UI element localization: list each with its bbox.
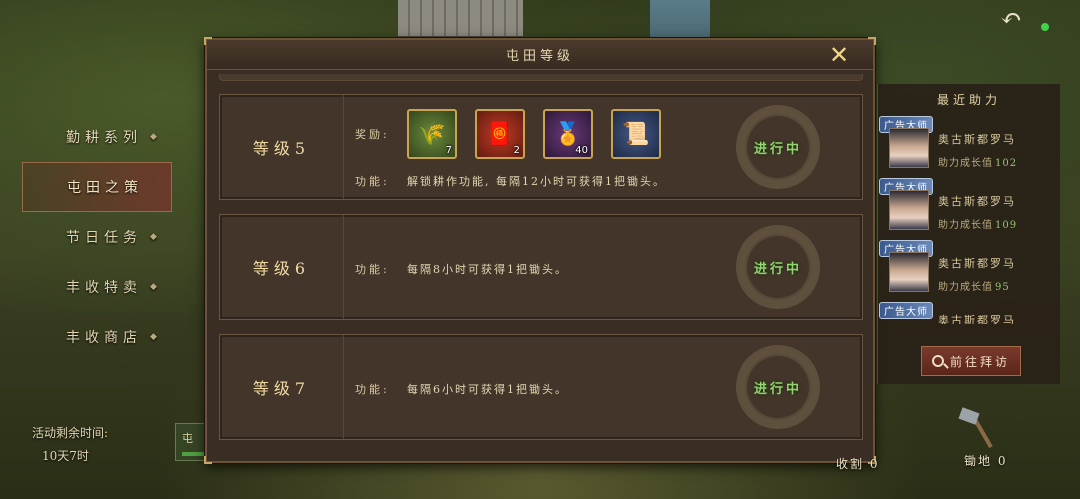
helper-name: 奥古斯都罗马	[938, 314, 1016, 324]
online-status-dot	[1041, 23, 1049, 31]
reward-item-scroll[interactable]: 📜	[611, 109, 661, 159]
level-title: 等级6	[220, 215, 344, 319]
helper-name: 奥古斯都罗马	[938, 195, 1016, 208]
close-icon[interactable]: ✕	[827, 43, 851, 68]
helper-item[interactable]: 广告大师 奥古斯都罗马 助力成长值 109	[878, 176, 1060, 238]
title-badge: 广告大师	[879, 302, 933, 319]
panel-header: 屯田等级	[207, 40, 873, 70]
countdown-value: 10天7时	[42, 449, 89, 463]
background-city-wall	[398, 0, 523, 38]
helper-stat: 助力成长值 102	[938, 158, 1018, 169]
reward-item-red-envelope[interactable]: 🧧 2	[475, 109, 525, 159]
bottom-tab-tuntian[interactable]: 屯	[175, 423, 207, 461]
panel-title: 屯田等级	[505, 49, 574, 64]
level-title: 等级7	[220, 335, 344, 439]
level-title: 等级5	[220, 95, 344, 199]
avatar	[889, 252, 929, 292]
avatar	[889, 128, 929, 168]
level-panel: 屯田等级 ✕ 等级5 奖励: 🌾 7 🧧 2 🏅 40 📜 功能: 解锁耕作功能…	[204, 37, 876, 464]
reward-list: 🌾 7 🧧 2 🏅 40 📜	[407, 109, 661, 159]
corner-ornament	[204, 456, 212, 464]
diamond-icon: ◆	[150, 332, 157, 342]
harvest-count: 0	[869, 457, 880, 471]
background-river	[650, 0, 710, 38]
wheat-icon: 🌾	[418, 121, 446, 147]
function-text: 每隔8小时可获得1把锄头。	[407, 263, 568, 276]
diamond-icon: ◆	[150, 232, 157, 242]
helper-stat: 助力成长值 95	[938, 282, 1010, 293]
function-label: 功能:	[355, 175, 390, 188]
progress-bar	[182, 452, 204, 456]
menu-item-shangdian[interactable]: 丰收商店 ◆	[22, 312, 172, 362]
helper-name: 奥古斯都罗马	[938, 257, 1016, 270]
hoe-count: 0	[997, 454, 1008, 468]
status-seal: 进行中	[736, 225, 820, 309]
menu-item-jieri[interactable]: 节日任务 ◆	[22, 212, 172, 262]
visit-button[interactable]: 前往拜访	[921, 346, 1021, 376]
menu-item-temai[interactable]: 丰收特卖 ◆	[22, 262, 172, 312]
helper-stat: 助力成长值 109	[938, 220, 1018, 231]
menu-item-qingeng[interactable]: 勤耕系列 ◆	[22, 112, 172, 162]
previous-level-card-edge	[219, 74, 863, 81]
gold-seal-icon: 🏅	[554, 121, 582, 147]
countdown-label: 活动剩余时间:	[32, 426, 109, 440]
function-text: 每隔6小时可获得1把锄头。	[407, 383, 568, 396]
diamond-icon: ◆	[150, 282, 157, 292]
level-card-5: 等级5 奖励: 🌾 7 🧧 2 🏅 40 📜 功能: 解锁耕作功能, 每隔12小…	[219, 94, 863, 200]
corner-ornament	[868, 37, 876, 45]
function-text: 解锁耕作功能, 每隔12小时可获得1把锄头。	[407, 175, 666, 188]
status-text: 进行中	[753, 141, 802, 157]
function-row: 功能: 解锁耕作功能, 每隔12小时可获得1把锄头。	[355, 173, 666, 189]
back-arrow-icon[interactable]: ↶	[994, 6, 1028, 32]
function-row: 功能: 每隔8小时可获得1把锄头。	[355, 261, 568, 277]
search-icon	[931, 355, 944, 367]
recent-helpers-panel: 最近助力 广告大师 奥古斯都罗马 助力成长值 102 广告大师 奥古斯都罗马 助力…	[877, 84, 1060, 384]
function-label: 功能:	[355, 263, 390, 276]
activity-countdown: 活动剩余时间: 10天7时	[32, 424, 108, 464]
reward-row: 奖励: 🌾 7 🧧 2 🏅 40 📜	[355, 109, 661, 159]
hoe-counter[interactable]: 锄地 0	[950, 410, 1020, 470]
helper-item[interactable]: 广告大师 奥古斯都罗马 助力成长值 95	[878, 238, 1060, 300]
status-seal: 进行中	[736, 345, 820, 429]
reward-item-gold-seal[interactable]: 🏅 40	[543, 109, 593, 159]
helper-item[interactable]: 广告大师 奥古斯都罗马	[878, 300, 1060, 324]
red-envelope-icon: 🧧	[486, 121, 514, 147]
diamond-icon: ◆	[150, 132, 157, 142]
corner-ornament	[204, 37, 212, 45]
status-text: 进行中	[753, 261, 802, 277]
reward-qty: 7	[445, 145, 452, 156]
reward-label: 奖励:	[355, 128, 390, 141]
recent-helpers-title: 最近助力	[936, 92, 1001, 107]
scroll-icon: 📜	[622, 121, 650, 147]
reward-item-wheat[interactable]: 🌾 7	[407, 109, 457, 159]
reward-qty: 2	[513, 145, 520, 156]
menu-item-tuntian[interactable]: 屯田之策	[22, 162, 172, 212]
level-card-6: 等级6 功能: 每隔8小时可获得1把锄头。 进行中	[219, 214, 863, 320]
reward-qty: 40	[575, 145, 588, 156]
left-menu: 勤耕系列 ◆ 屯田之策 节日任务 ◆ 丰收特卖 ◆ 丰收商店 ◆	[22, 112, 172, 362]
status-text: 进行中	[753, 381, 802, 397]
function-label: 功能:	[355, 383, 390, 396]
helper-item[interactable]: 广告大师 奥古斯都罗马 助力成长值 102	[878, 114, 1060, 176]
hoe-icon	[960, 410, 986, 450]
helper-name: 奥古斯都罗马	[938, 133, 1016, 146]
harvest-counter[interactable]: 收割 0	[836, 455, 879, 472]
harvest-label: 收割	[836, 457, 865, 471]
function-row: 功能: 每隔6小时可获得1把锄头。	[355, 381, 568, 397]
avatar	[889, 190, 929, 230]
status-seal: 进行中	[736, 105, 820, 189]
level-card-7: 等级7 功能: 每隔6小时可获得1把锄头。 进行中	[219, 334, 863, 440]
hoe-label: 锄地	[964, 454, 993, 468]
